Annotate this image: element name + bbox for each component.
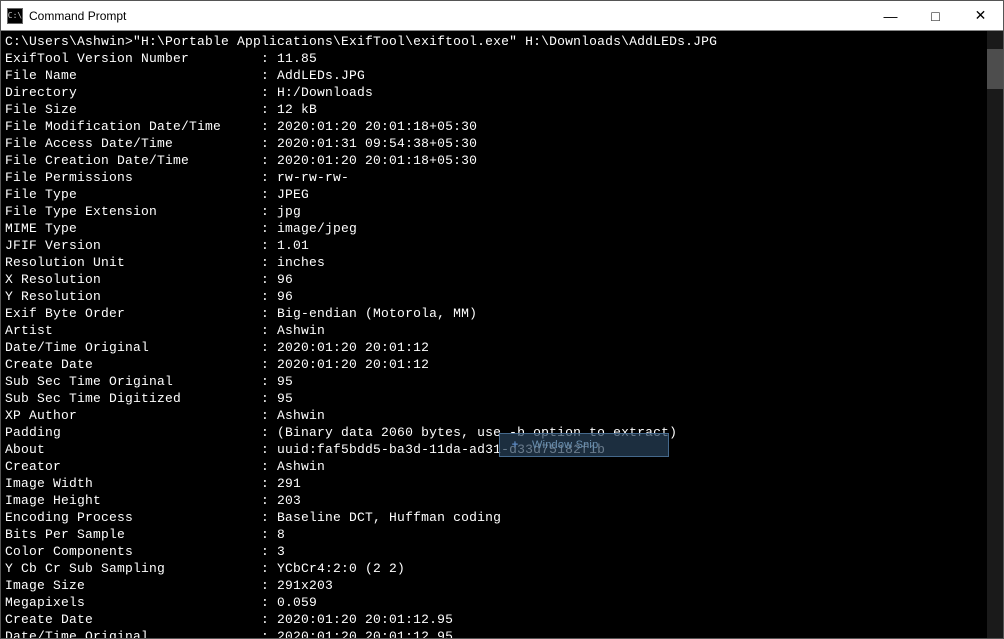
terminal-area[interactable]: C:\Users\Ashwin>"H:\Portable Application…: [1, 31, 1003, 638]
output-row: File Creation Date/Time : 2020:01:20 20:…: [5, 152, 999, 169]
output-row: Y Resolution : 96: [5, 288, 999, 305]
vertical-scrollbar[interactable]: [987, 31, 1003, 638]
output-row: Sub Sec Time Original : 95: [5, 373, 999, 390]
output-row: File Type Extension : jpg: [5, 203, 999, 220]
output-row: Image Size : 291x203: [5, 577, 999, 594]
output-row: Date/Time Original : 2020:01:20 20:01:12…: [5, 628, 999, 638]
output-row: File Permissions : rw-rw-rw-: [5, 169, 999, 186]
output-row: Y Cb Cr Sub Sampling : YCbCr4:2:0 (2 2): [5, 560, 999, 577]
output-row: JFIF Version : 1.01: [5, 237, 999, 254]
window-snip-overlay[interactable]: + Window Snip: [499, 433, 669, 457]
snip-label: Window Snip: [532, 437, 598, 454]
output-row: Sub Sec Time Digitized : 95: [5, 390, 999, 407]
maximize-button[interactable]: □: [913, 1, 958, 30]
output-row: MIME Type : image/jpeg: [5, 220, 999, 237]
output-row: X Resolution : 96: [5, 271, 999, 288]
output-row: XP Author : Ashwin: [5, 407, 999, 424]
output-row: Create Date : 2020:01:20 20:01:12.95: [5, 611, 999, 628]
scrollbar-thumb[interactable]: [987, 49, 1003, 89]
command-prompt-window: C:\ Command Prompt — □ ✕ C:\Users\Ashwin…: [0, 0, 1004, 639]
output-row: Bits Per Sample : 8: [5, 526, 999, 543]
output-row: Megapixels : 0.059: [5, 594, 999, 611]
output-row: Resolution Unit : inches: [5, 254, 999, 271]
window-controls: — □ ✕: [868, 1, 1003, 30]
cmd-icon: C:\: [7, 8, 23, 24]
titlebar[interactable]: C:\ Command Prompt — □ ✕: [1, 1, 1003, 31]
output-block: ExifTool Version Number : 11.85File Name…: [5, 50, 999, 638]
output-row: File Type : JPEG: [5, 186, 999, 203]
close-button[interactable]: ✕: [958, 1, 1003, 30]
minimize-button[interactable]: —: [868, 1, 913, 30]
output-row: File Modification Date/Time : 2020:01:20…: [5, 118, 999, 135]
output-row: File Access Date/Time : 2020:01:31 09:54…: [5, 135, 999, 152]
output-row: Encoding Process : Baseline DCT, Huffman…: [5, 509, 999, 526]
output-row: Artist : Ashwin: [5, 322, 999, 339]
output-row: File Size : 12 kB: [5, 101, 999, 118]
output-row: Image Width : 291: [5, 475, 999, 492]
output-row: Color Components : 3: [5, 543, 999, 560]
output-row: Image Height : 203: [5, 492, 999, 509]
output-row: Date/Time Original : 2020:01:20 20:01:12: [5, 339, 999, 356]
command-line: C:\Users\Ashwin>"H:\Portable Application…: [5, 33, 999, 50]
output-row: ExifTool Version Number : 11.85: [5, 50, 999, 67]
output-row: Exif Byte Order : Big-endian (Motorola, …: [5, 305, 999, 322]
output-row: File Name : AddLEDs.JPG: [5, 67, 999, 84]
output-row: Directory : H:/Downloads: [5, 84, 999, 101]
output-row: Create Date : 2020:01:20 20:01:12: [5, 356, 999, 373]
output-row: Creator : Ashwin: [5, 458, 999, 475]
window-title: Command Prompt: [29, 9, 868, 23]
plus-icon: +: [508, 438, 522, 452]
